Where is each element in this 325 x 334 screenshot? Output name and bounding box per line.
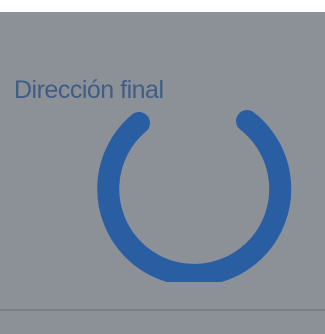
loading-spinner-icon xyxy=(97,110,292,282)
spinner-arc xyxy=(97,110,292,282)
screen: Dirección final xyxy=(0,0,325,334)
divider xyxy=(0,309,325,311)
modal-overlay-panel: Dirección final xyxy=(0,12,325,334)
direction-label: Dirección final xyxy=(14,76,164,104)
